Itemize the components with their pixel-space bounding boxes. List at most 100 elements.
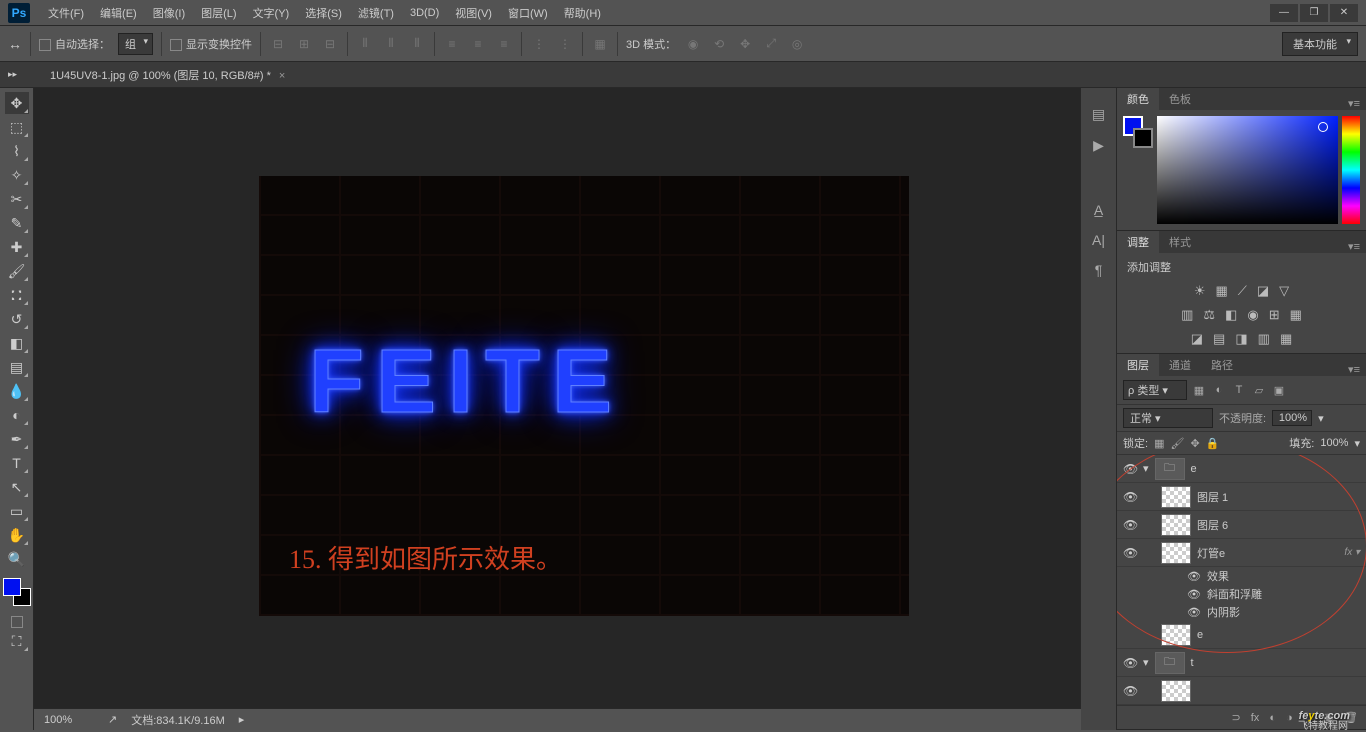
layer-group-t[interactable]: 👁▾🗀t	[1117, 649, 1366, 677]
minimize-button[interactable]: —	[1270, 4, 1298, 22]
distribute-icon[interactable]: ⋮	[556, 35, 574, 53]
menu-select[interactable]: 选择(S)	[297, 5, 350, 21]
filter-pixel-icon[interactable]: ▦	[1191, 384, 1207, 397]
selective-icon[interactable]: ▦	[1280, 331, 1292, 347]
menu-view[interactable]: 视图(V)	[447, 5, 500, 21]
threshold-icon[interactable]: ◨	[1235, 331, 1247, 347]
3d-icon[interactable]: ◉	[684, 35, 702, 53]
posterize-icon[interactable]: ▤	[1213, 331, 1225, 347]
opacity-input[interactable]: 100%	[1272, 410, 1312, 426]
align-icon[interactable]: ⊞	[295, 35, 313, 53]
arrange-icon[interactable]: ▦	[591, 35, 609, 53]
actions-icon[interactable]: ▶	[1093, 137, 1104, 154]
menu-help[interactable]: 帮助(H)	[556, 5, 609, 21]
layer-row[interactable]: 👁图层 1	[1117, 483, 1366, 511]
tab-adjustments[interactable]: 调整	[1117, 231, 1159, 253]
vibrance-icon[interactable]: ▽	[1279, 283, 1289, 299]
pen-tool[interactable]: ✒	[5, 428, 29, 450]
tab-channels[interactable]: 通道	[1159, 354, 1201, 376]
menu-type[interactable]: 文字(Y)	[245, 5, 298, 21]
auto-select-checkbox[interactable]: 自动选择：	[39, 36, 110, 52]
menu-filter[interactable]: 滤镜(T)	[350, 5, 402, 21]
visibility-icon[interactable]: 👁	[1123, 462, 1137, 476]
mask-icon[interactable]: ◐	[1269, 712, 1276, 724]
link-icon[interactable]: ⊃	[1232, 711, 1241, 724]
layer-row[interactable]: e	[1117, 621, 1366, 649]
dodge-tool[interactable]: ◐	[5, 404, 29, 426]
canvas-area[interactable]: FEITE 15. 得到如图所示效果。	[34, 88, 1080, 730]
tab-swatches[interactable]: 色板	[1159, 88, 1201, 110]
quickmask-icon[interactable]	[11, 616, 23, 628]
maximize-button[interactable]: ❐	[1300, 4, 1328, 22]
curves-icon[interactable]: ⟋	[1238, 283, 1247, 299]
3d-icon[interactable]: ✥	[736, 35, 754, 53]
menu-image[interactable]: 图像(I)	[145, 5, 193, 21]
marquee-tool[interactable]: ⬚	[5, 116, 29, 138]
lock-all-icon[interactable]: 🔒	[1206, 437, 1220, 450]
filter-shape-icon[interactable]: ▱	[1251, 384, 1267, 397]
move-tool[interactable]: ✥	[5, 92, 29, 114]
panel-menu-icon[interactable]: ▾≡	[1342, 97, 1366, 110]
distribute-icon[interactable]: ⫴	[408, 35, 426, 53]
bw-icon[interactable]: ◧	[1225, 307, 1237, 323]
visibility-icon[interactable]: 👁	[1123, 546, 1137, 560]
collapse-icon[interactable]: ▸▸	[8, 69, 17, 80]
document-tab[interactable]: 1U45UV8-1.jpg @ 100% (图层 10, RGB/8#) *×	[40, 63, 295, 87]
path-tool[interactable]: ↖	[5, 476, 29, 498]
screenmode-tool[interactable]: ⛶	[5, 630, 29, 652]
tab-styles[interactable]: 样式	[1159, 231, 1201, 253]
color-swatch[interactable]	[1123, 116, 1153, 224]
layer-group-e[interactable]: 👁▾🗀e	[1117, 455, 1366, 483]
align-icon[interactable]: ⊟	[321, 35, 339, 53]
blur-tool[interactable]: 💧	[5, 380, 29, 402]
shape-tool[interactable]: ▭	[5, 500, 29, 522]
type-tool[interactable]: T	[5, 452, 29, 474]
hand-tool[interactable]: ✋	[5, 524, 29, 546]
history-brush-tool[interactable]: ↺	[5, 308, 29, 330]
invert-icon[interactable]: ◪	[1191, 331, 1203, 347]
lasso-tool[interactable]: ⌇	[5, 140, 29, 162]
distribute-icon[interactable]: ≡	[443, 35, 461, 53]
close-tab-icon[interactable]: ×	[279, 70, 285, 82]
levels-icon[interactable]: ▦	[1215, 283, 1227, 299]
fx-badge[interactable]: fx ▾	[1344, 547, 1360, 558]
adjustment-icon[interactable]: ◑	[1286, 712, 1293, 724]
panel-menu-icon[interactable]: ▾≡	[1342, 363, 1366, 376]
menu-layer[interactable]: 图层(L)	[193, 5, 244, 21]
3d-icon[interactable]: ⟲	[710, 35, 728, 53]
distribute-icon[interactable]: ⫴	[356, 35, 374, 53]
align-icon[interactable]: ⊟	[269, 35, 287, 53]
visibility-icon[interactable]: 👁	[1123, 518, 1137, 532]
panel-menu-icon[interactable]: ▾≡	[1342, 240, 1366, 253]
effect-innershadow[interactable]: 👁内阴影	[1117, 603, 1366, 621]
color-field[interactable]	[1157, 116, 1338, 224]
foreground-color[interactable]	[3, 578, 21, 596]
colorbal-icon[interactable]: ⚖	[1203, 307, 1215, 323]
layer-row[interactable]: 👁灯管efx ▾	[1117, 539, 1366, 567]
gradient-tool[interactable]: ▤	[5, 356, 29, 378]
blend-mode-select[interactable]: 正常 ▾	[1123, 408, 1213, 428]
effects-header[interactable]: 👁效果	[1117, 567, 1366, 585]
menu-3d[interactable]: 3D(D)	[402, 7, 447, 19]
zoom-tool[interactable]: 🔍	[5, 548, 29, 570]
brush-tool[interactable]: 🖌	[5, 260, 29, 282]
filter-type-icon[interactable]: T	[1231, 384, 1247, 396]
fx-icon[interactable]: fx	[1251, 712, 1260, 724]
visibility-icon[interactable]: 👁	[1123, 656, 1137, 670]
close-button[interactable]: ✕	[1330, 4, 1358, 22]
channelmix-icon[interactable]: ⊞	[1269, 307, 1280, 323]
colorlookup-icon[interactable]: ▦	[1290, 307, 1302, 323]
layer-row[interactable]: 👁图层 6	[1117, 511, 1366, 539]
character-icon[interactable]: A̲	[1094, 202, 1103, 218]
share-icon[interactable]: ↗	[108, 713, 117, 726]
3d-icon[interactable]: ◎	[788, 35, 806, 53]
photofilter-icon[interactable]: ◉	[1247, 307, 1258, 323]
auto-select-target[interactable]: 组	[118, 33, 153, 55]
crop-tool[interactable]: ✂	[5, 188, 29, 210]
tab-layers[interactable]: 图层	[1117, 354, 1159, 376]
canvas[interactable]: FEITE 15. 得到如图所示效果。	[259, 176, 909, 616]
menu-edit[interactable]: 编辑(E)	[92, 5, 145, 21]
lock-pixels-icon[interactable]: ▦	[1154, 437, 1164, 450]
distribute-icon[interactable]: ⫴	[382, 35, 400, 53]
brightness-icon[interactable]: ☀	[1194, 283, 1206, 299]
